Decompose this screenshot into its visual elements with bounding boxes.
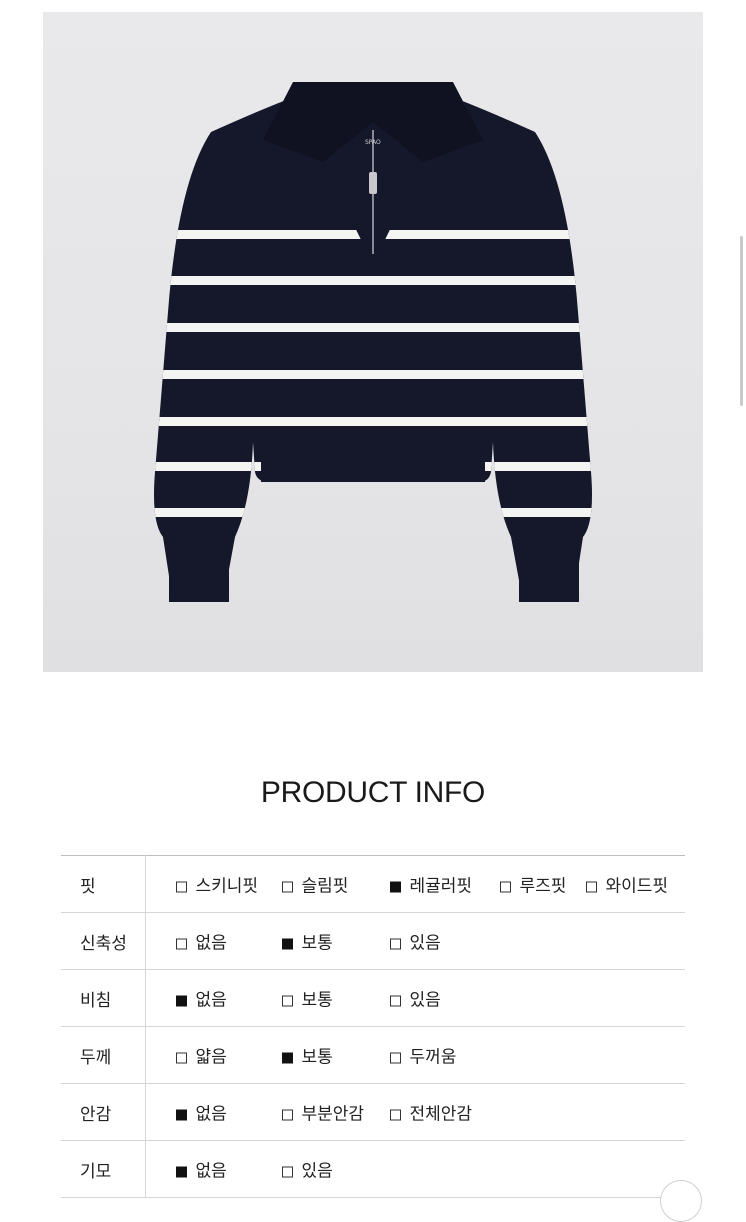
option-label: 없음 bbox=[195, 990, 227, 1011]
product-photo: SPAO bbox=[43, 12, 703, 672]
info-row: 비침 없음 보통 있음 bbox=[61, 969, 685, 1027]
option-label: 부분안감 bbox=[301, 1104, 365, 1125]
option-item: 스키니핏 bbox=[175, 872, 259, 897]
option-label: 얇음 bbox=[195, 1047, 227, 1068]
checked-box-icon bbox=[281, 938, 293, 950]
info-row: 핏 스키니핏 슬림핏 레귤러핏 루즈핏 와이드핏 bbox=[61, 855, 685, 913]
checked-box-icon bbox=[389, 881, 401, 893]
section-title: PRODUCT INFO bbox=[260, 776, 486, 809]
option-item: 슬림핏 bbox=[281, 872, 349, 897]
option-label: 없음 bbox=[195, 1104, 227, 1125]
unchecked-box-icon bbox=[499, 881, 511, 893]
option-label: 보통 bbox=[301, 1047, 333, 1068]
option-label: 두꺼움 bbox=[409, 1047, 457, 1068]
unchecked-box-icon bbox=[281, 1166, 293, 1178]
info-row: 안감 없음 부분안감 전체안감 bbox=[61, 1083, 685, 1141]
option-label: 있음 bbox=[409, 990, 441, 1011]
info-row: 신축성 없음 보통 있음 bbox=[61, 912, 685, 970]
option-item: 레귤러핏 bbox=[389, 872, 473, 897]
info-row-label: 비침 bbox=[61, 969, 146, 1027]
option-label: 루즈핏 bbox=[519, 876, 567, 897]
option-item: 없음 bbox=[175, 1157, 227, 1182]
scroll-top-button[interactable] bbox=[660, 1180, 702, 1222]
option-label: 레귤러핏 bbox=[409, 876, 473, 897]
option-label: 와이드핏 bbox=[605, 876, 669, 897]
option-item: 얇음 bbox=[175, 1043, 227, 1068]
option-label: 없음 bbox=[195, 1161, 227, 1182]
unchecked-box-icon bbox=[585, 881, 597, 893]
option-item: 와이드핏 bbox=[585, 872, 669, 897]
option-label: 전체안감 bbox=[409, 1104, 473, 1125]
unchecked-box-icon bbox=[281, 1109, 293, 1121]
option-item: 보통 bbox=[281, 1043, 333, 1068]
option-item: 전체안감 bbox=[389, 1100, 473, 1125]
checked-box-icon bbox=[175, 1166, 187, 1178]
option-item: 있음 bbox=[389, 929, 441, 954]
info-row-label: 두께 bbox=[61, 1026, 146, 1084]
unchecked-box-icon bbox=[281, 995, 293, 1007]
unchecked-box-icon bbox=[389, 1109, 401, 1121]
option-label: 슬림핏 bbox=[301, 876, 349, 897]
brand-tag-text: SPAO bbox=[365, 139, 381, 146]
unchecked-box-icon bbox=[175, 938, 187, 950]
unchecked-box-icon bbox=[389, 1052, 401, 1064]
unchecked-box-icon bbox=[389, 938, 401, 950]
option-label: 없음 bbox=[195, 933, 227, 954]
info-row-label: 핏 bbox=[61, 855, 146, 913]
scrollbar[interactable] bbox=[740, 236, 743, 406]
info-row-options: 없음 있음 bbox=[145, 1140, 685, 1198]
info-row-options: 없음 부분안감 전체안감 bbox=[145, 1083, 685, 1141]
info-row-options: 얇음 보통 두꺼움 bbox=[145, 1026, 685, 1084]
info-row: 기모 없음 있음 bbox=[61, 1140, 685, 1198]
option-item: 부분안감 bbox=[281, 1100, 365, 1125]
option-item: 있음 bbox=[281, 1157, 333, 1182]
striped-zip-sweater-image: SPAO bbox=[154, 82, 592, 602]
option-item: 없음 bbox=[175, 1100, 227, 1125]
checked-box-icon bbox=[175, 1109, 187, 1121]
info-row-options: 스키니핏 슬림핏 레귤러핏 루즈핏 와이드핏 bbox=[145, 855, 685, 913]
option-label: 있음 bbox=[301, 1161, 333, 1182]
option-label: 보통 bbox=[301, 990, 333, 1011]
info-row-label: 신축성 bbox=[61, 912, 146, 970]
option-item: 없음 bbox=[175, 929, 227, 954]
info-row-options: 없음 보통 있음 bbox=[145, 912, 685, 970]
info-row-label: 기모 bbox=[61, 1140, 146, 1198]
option-item: 두꺼움 bbox=[389, 1043, 457, 1068]
option-label: 있음 bbox=[409, 933, 441, 954]
unchecked-box-icon bbox=[175, 1052, 187, 1064]
info-row-label: 안감 bbox=[61, 1083, 146, 1141]
option-item: 있음 bbox=[389, 986, 441, 1011]
option-item: 루즈핏 bbox=[499, 872, 567, 897]
option-item: 보통 bbox=[281, 986, 333, 1011]
unchecked-box-icon bbox=[389, 995, 401, 1007]
option-label: 보통 bbox=[301, 933, 333, 954]
product-info-table: 핏 스키니핏 슬림핏 레귤러핏 루즈핏 와이드핏 신축성 없음 보통 있음 비침 없음 보통 있음 두께 얇음… bbox=[61, 855, 685, 1198]
info-row-options: 없음 보통 있음 bbox=[145, 969, 685, 1027]
checked-box-icon bbox=[281, 1052, 293, 1064]
option-item: 보통 bbox=[281, 929, 333, 954]
option-item: 없음 bbox=[175, 986, 227, 1011]
info-row: 두께 얇음 보통 두꺼움 bbox=[61, 1026, 685, 1084]
option-label: 스키니핏 bbox=[195, 876, 259, 897]
checked-box-icon bbox=[175, 995, 187, 1007]
unchecked-box-icon bbox=[281, 881, 293, 893]
unchecked-box-icon bbox=[175, 881, 187, 893]
